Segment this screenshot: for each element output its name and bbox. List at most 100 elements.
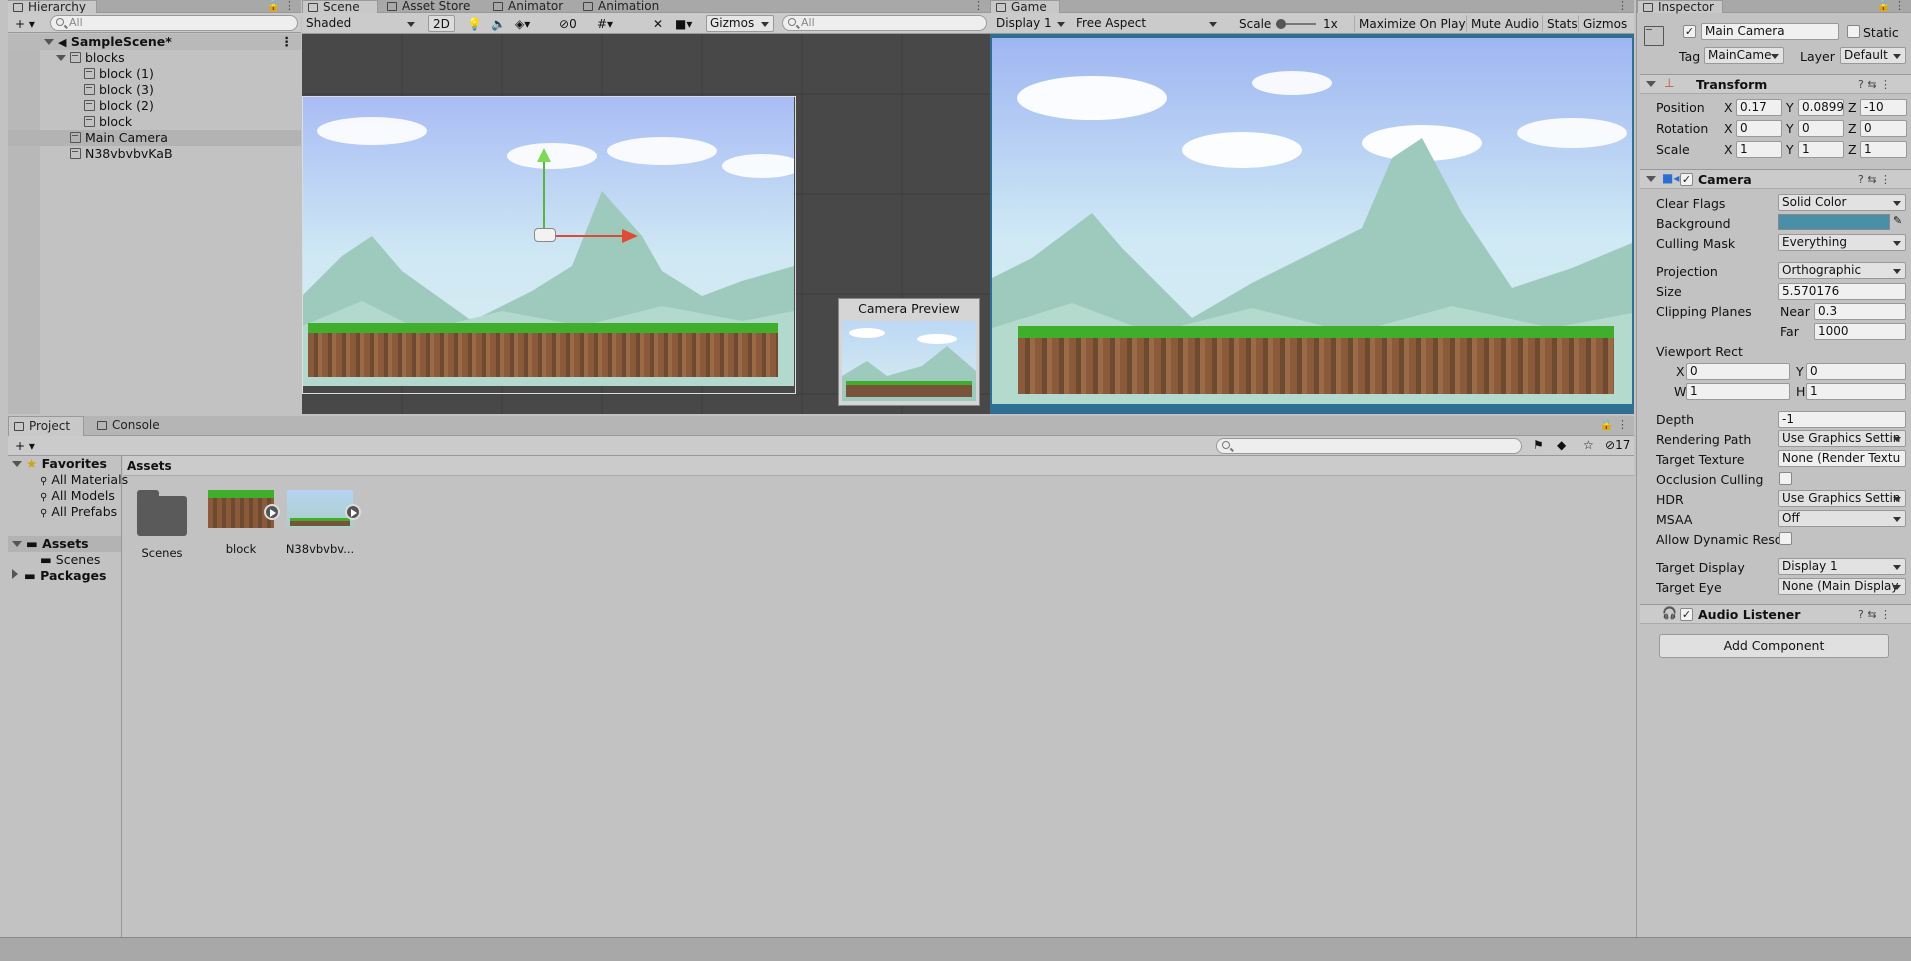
expand-caret-icon[interactable]: [12, 461, 22, 467]
viewport-h-field[interactable]: 1: [1806, 383, 1906, 400]
object-name-field[interactable]: Main Camera: [1701, 23, 1839, 40]
2d-toggle[interactable]: 2D: [428, 15, 455, 32]
tab-project[interactable]: Project: [8, 416, 84, 436]
background-color-swatch[interactable]: [1778, 214, 1890, 230]
target-display-dropdown[interactable]: Display 1: [1778, 558, 1906, 575]
tab-animator[interactable]: Animator: [488, 0, 569, 13]
layer-dropdown[interactable]: Default: [1840, 47, 1906, 64]
scene-viewport[interactable]: Camera Preview: [302, 34, 990, 414]
allow-dynamic-resolution-checkbox[interactable]: [1779, 532, 1792, 545]
project-create-button[interactable]: + ▾: [10, 437, 40, 454]
rendering-path-dropdown[interactable]: Use Graphics Settin: [1778, 430, 1906, 447]
search-by-label-icon[interactable]: ◆: [1552, 436, 1571, 453]
x-axis-arrow-icon[interactable]: [622, 229, 638, 243]
hierarchy-item-blocks[interactable]: blocks: [8, 50, 301, 66]
camera-gizmo-icon[interactable]: [534, 228, 556, 242]
favorite-all-materials[interactable]: ⚲ All Materials: [8, 472, 128, 488]
expand-caret-icon[interactable]: [1646, 176, 1656, 182]
mute-audio-button[interactable]: Mute Audio: [1466, 15, 1544, 32]
tab-animation[interactable]: Animation: [578, 0, 665, 13]
asset-scenes-folder[interactable]: Scenes: [131, 490, 193, 560]
hierarchy-item-block-3[interactable]: block (3): [8, 82, 301, 98]
search-by-type-icon[interactable]: ⚑: [1528, 436, 1549, 453]
assets-breadcrumb[interactable]: Assets: [123, 456, 1634, 476]
tab-scene[interactable]: Scene: [302, 0, 378, 13]
hierarchy-item-n38[interactable]: N38vbvbvKaB: [8, 146, 301, 162]
hierarchy-item-block[interactable]: block: [8, 114, 301, 130]
scale-slider[interactable]: [1276, 19, 1316, 29]
scenes-folder-row[interactable]: ▬ Scenes: [8, 552, 121, 568]
project-search-input[interactable]: [1216, 438, 1522, 454]
scene-menu-icon[interactable]: ⋮: [281, 34, 294, 50]
position-z-field[interactable]: -10: [1860, 99, 1907, 116]
tag-dropdown[interactable]: MainCame: [1704, 47, 1784, 64]
lighting-icon[interactable]: 💡: [462, 15, 487, 32]
audio-icon[interactable]: 🔈: [486, 15, 511, 32]
size-field[interactable]: 5.570176: [1778, 283, 1906, 300]
asset-block[interactable]: block: [206, 490, 280, 556]
effects-icon[interactable]: ◈▾: [510, 15, 535, 32]
projection-dropdown[interactable]: Orthographic: [1778, 262, 1906, 279]
shading-dropdown[interactable]: Shaded: [302, 15, 420, 32]
expand-caret-icon[interactable]: [12, 541, 22, 547]
target-eye-dropdown[interactable]: None (Main Display: [1778, 578, 1906, 595]
viewport-w-field[interactable]: 1: [1686, 383, 1790, 400]
create-button[interactable]: + ▾: [10, 15, 40, 32]
scene-search-input[interactable]: All: [782, 15, 987, 31]
msaa-dropdown[interactable]: Off: [1778, 510, 1906, 527]
panel-menu-icon[interactable]: 🔒 ⋮: [1600, 416, 1628, 434]
tab-console[interactable]: Console: [92, 416, 166, 436]
panel-menu-icon[interactable]: 🔒 ⋮: [1877, 0, 1905, 12]
scale-z-field[interactable]: 1: [1860, 141, 1907, 158]
favorites-row[interactable]: ★ Favorites: [8, 456, 121, 472]
play-icon[interactable]: [345, 504, 361, 520]
scale-y-field[interactable]: 1: [1798, 141, 1844, 158]
viewport-x-field[interactable]: 0: [1686, 363, 1790, 380]
expand-caret-icon[interactable]: [1646, 81, 1656, 87]
expand-caret-icon[interactable]: [44, 39, 54, 45]
transform-gizmo[interactable]: [534, 148, 640, 284]
hierarchy-search-input[interactable]: All: [50, 15, 298, 31]
tab-inspector[interactable]: Inspector: [1637, 0, 1723, 13]
tab-asset-store[interactable]: Asset Store: [382, 0, 476, 13]
far-field[interactable]: 1000: [1814, 323, 1906, 340]
static-checkbox[interactable]: [1847, 25, 1860, 38]
stats-button[interactable]: Stats: [1542, 15, 1583, 32]
culling-mask-dropdown[interactable]: Everything: [1778, 234, 1906, 251]
gizmos-dropdown[interactable]: Gizmos: [706, 15, 774, 32]
tab-game[interactable]: Game: [990, 0, 1060, 13]
target-texture-field[interactable]: None (Render Textu: [1778, 450, 1906, 467]
maximize-on-play-button[interactable]: Maximize On Play: [1354, 15, 1471, 32]
rotation-x-field[interactable]: 0: [1736, 120, 1782, 137]
hdr-dropdown[interactable]: Use Graphics Settin: [1778, 490, 1906, 507]
favorite-all-models[interactable]: ⚲ All Models: [8, 488, 121, 504]
expand-caret-icon[interactable]: [56, 55, 66, 61]
audio-listener-header[interactable]: 🎧 ✓ Audio Listener ? ⇆ ⋮: [1640, 604, 1911, 624]
component-icons[interactable]: ? ⇆ ⋮: [1858, 608, 1891, 621]
game-viewport[interactable]: [992, 38, 1632, 404]
camera-header[interactable]: ■◂ ✓ Camera ? ⇆ ⋮: [1640, 169, 1911, 189]
camera-icon[interactable]: ■▾: [670, 15, 697, 32]
scale-x-field[interactable]: 1: [1736, 141, 1782, 158]
eyedropper-icon[interactable]: ✎: [1893, 214, 1902, 227]
display-dropdown[interactable]: Display 1: [992, 15, 1070, 32]
aspect-dropdown[interactable]: Free Aspect: [1072, 15, 1222, 32]
play-icon[interactable]: [264, 504, 280, 520]
panel-menu-icon[interactable]: ⋮: [1617, 0, 1628, 12]
camera-enabled-checkbox[interactable]: ✓: [1680, 173, 1693, 186]
grid-snap-icon[interactable]: #▾: [592, 15, 618, 32]
tools-icon[interactable]: ✕: [648, 15, 668, 32]
position-x-field[interactable]: 0.17: [1736, 99, 1782, 116]
near-field[interactable]: 0.3: [1814, 303, 1906, 320]
viewport-y-field[interactable]: 0: [1806, 363, 1906, 380]
favorites-star-icon[interactable]: ☆: [1578, 436, 1599, 453]
transform-header[interactable]: ⊥ Transform ? ⇆ ⋮: [1640, 74, 1911, 94]
component-icons[interactable]: ? ⇆ ⋮: [1858, 78, 1891, 91]
hidden-objects-icon[interactable]: ⊘0: [554, 15, 582, 32]
rotation-z-field[interactable]: 0: [1860, 120, 1907, 137]
position-y-field[interactable]: 0.0899: [1798, 99, 1844, 116]
rotation-y-field[interactable]: 0: [1798, 120, 1844, 137]
depth-field[interactable]: -1: [1778, 411, 1906, 428]
active-checkbox[interactable]: ✓: [1683, 25, 1696, 38]
hierarchy-item-block-2[interactable]: block (2): [8, 98, 301, 114]
